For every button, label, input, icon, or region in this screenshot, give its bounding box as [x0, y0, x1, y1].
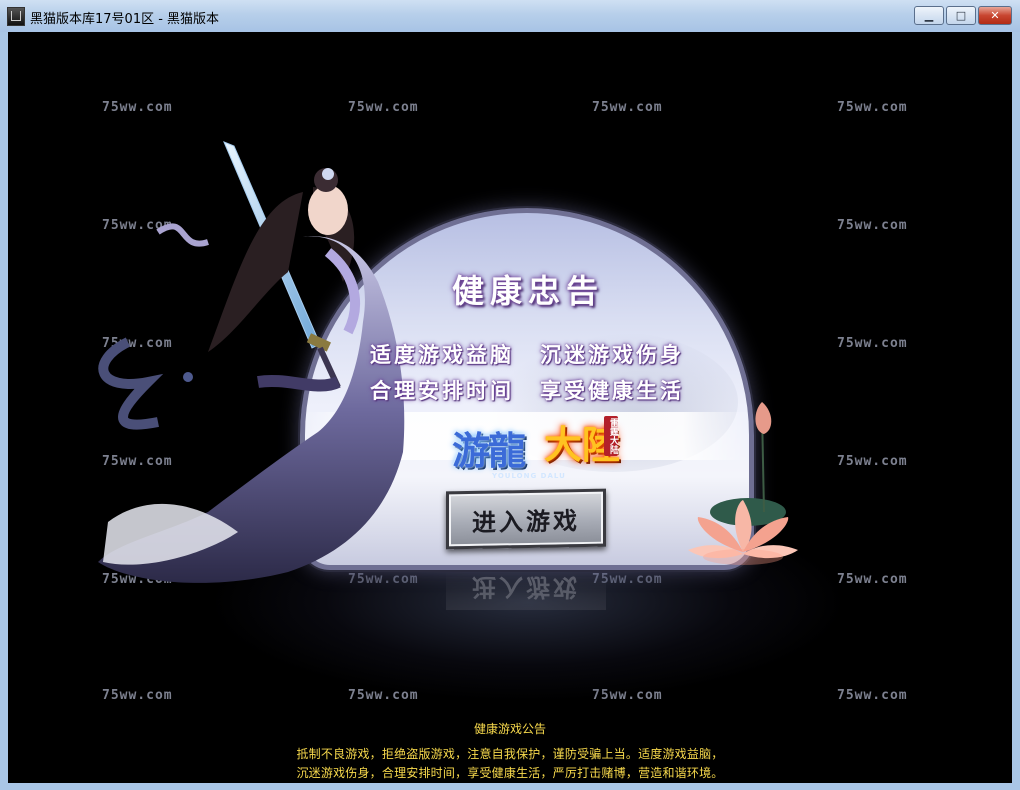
slogan-3: 合理安排时间	[370, 378, 514, 403]
slogan-2: 沉迷游戏伤身	[540, 342, 684, 367]
launcher-canvas: 75ww.com 75ww.com 75ww.com 75ww.com 75ww…	[8, 32, 1012, 783]
maximize-icon: □	[955, 9, 967, 22]
watermark: 75ww.com	[348, 100, 419, 115]
window-frame-right	[1012, 32, 1020, 790]
health-advice-title: 健康忠告	[451, 272, 604, 310]
watermark: 75ww.com	[837, 218, 908, 233]
watermark: 75ww.com	[837, 100, 908, 115]
close-icon: ✕	[990, 9, 1000, 22]
health-notice-line-2: 沉迷游戏伤身，合理安排时间，享受健康生活，严厉打击赌博，营造和谐环境。	[296, 766, 724, 780]
health-notice-line-1: 抵制不良游戏，拒绝盗版游戏，注意自我保护，谨防受骗上当。适度游戏益脑，	[296, 747, 724, 761]
slogan-4: 享受健康生活	[540, 378, 684, 403]
window-titlebar[interactable]: 黑猫版本库17号01区 - 黑猫版本 ▁ □ ✕	[0, 0, 1020, 33]
window-title: 黑猫版本库17号01区 - 黑猫版本	[30, 12, 220, 27]
health-notice-title: 健康游戏公告	[473, 722, 546, 736]
watermark: 75ww.com	[102, 100, 173, 115]
logo-title-left: 游龍	[452, 428, 526, 473]
slogan-1: 适度游戏益脑	[370, 342, 514, 367]
enter-button-reflection: 进入游戏	[446, 570, 606, 610]
enter-game-button[interactable]: 进入游戏	[446, 488, 606, 550]
maximize-button[interactable]: □	[946, 6, 976, 25]
window-frame-left	[0, 32, 8, 790]
close-button[interactable]: ✕	[978, 6, 1012, 25]
watermark: 75ww.com	[837, 454, 908, 469]
logo-subtitle: YOULONG DALU	[492, 472, 566, 480]
swordswoman-illustration	[98, 141, 405, 583]
minimize-button[interactable]: ▁	[914, 6, 944, 25]
watermark: 75ww.com	[837, 336, 908, 351]
lotus-decoration	[688, 402, 798, 565]
watermark: 75ww.com	[102, 688, 173, 703]
minimize-icon: ▁	[924, 9, 934, 22]
watermark: 75ww.com	[592, 100, 663, 115]
game-logo: 游龍 大陸 雷霆大陆 YOULONG DALU	[452, 412, 622, 492]
app-icon[interactable]	[7, 7, 25, 26]
window-frame-bottom	[0, 783, 1020, 790]
logo-seal: 雷霆大陆	[604, 416, 618, 456]
